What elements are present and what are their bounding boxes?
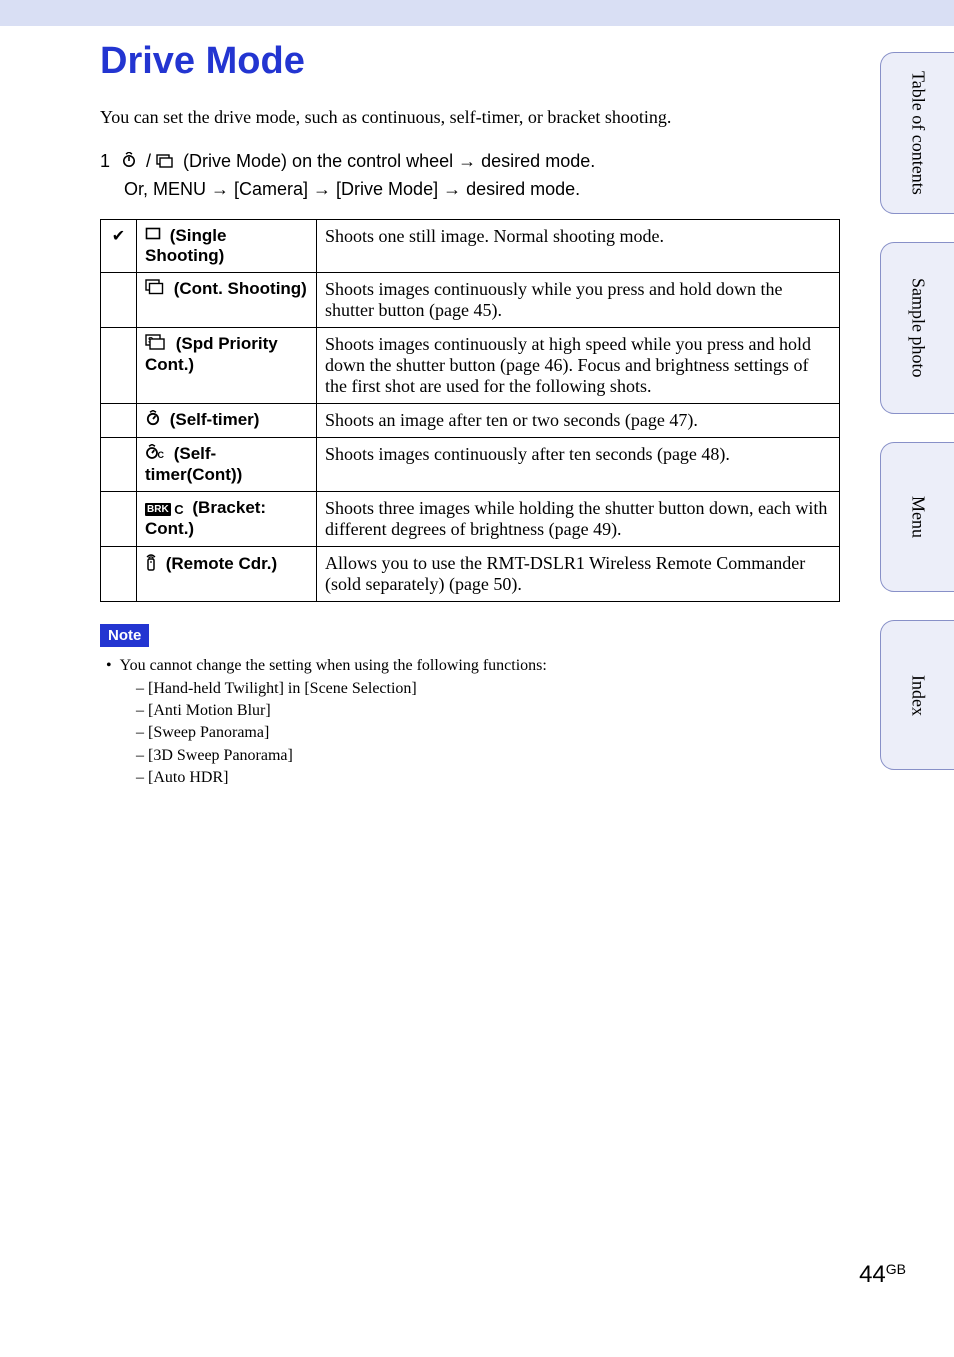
mode-label-cell: (Self-timer): [137, 404, 317, 438]
tab-index[interactable]: Index: [880, 620, 954, 770]
timer-icon: [145, 410, 161, 431]
cont-icon: [145, 279, 165, 300]
checkmark-icon: ✔: [112, 228, 125, 245]
page-region: GB: [886, 1261, 906, 1277]
table-row: (Remote Cdr.) Allows you to use the RMT-D…: [101, 547, 840, 602]
note-item: – [Anti Motion Blur]: [100, 700, 840, 722]
check-cell: [101, 328, 137, 404]
arrow-icon: →: [458, 151, 476, 171]
note-item: – [Hand-held Twilight] in [Scene Selecti…: [100, 678, 840, 700]
mode-description: Shoots three images while holding the sh…: [317, 492, 840, 547]
page-content: Drive Mode You can set the drive mode, s…: [100, 40, 840, 790]
mode-description: Shoots images continuously after ten sec…: [317, 438, 840, 492]
note-item: – [3D Sweep Panorama]: [100, 745, 840, 767]
mode-label: (Cont. Shooting): [169, 279, 307, 298]
mode-description: Allows you to use the RMT-DSLR1 Wireless…: [317, 547, 840, 602]
single-icon: [145, 226, 161, 246]
mode-label: (Remote Cdr.): [161, 554, 277, 573]
instr-text-1: (Drive Mode) on the control wheel: [178, 151, 458, 171]
instruction-block: 1 / (Drive Mode) on the control wheel → …: [100, 148, 840, 203]
instruction-line1: 1 / (Drive Mode) on the control wheel → …: [100, 148, 840, 176]
page-number: 44GB: [859, 1261, 906, 1289]
instr-text-2c: [Drive Mode]: [331, 179, 443, 199]
table-row: C (Self-timer(Cont))Shoots images contin…: [101, 438, 840, 492]
mode-description: Shoots one still image. Normal shooting …: [317, 219, 840, 273]
table-row: (Cont. Shooting) Shoots images continuous…: [101, 273, 840, 328]
mode-label-cell: (Single Shooting): [137, 219, 317, 273]
tab-menu[interactable]: Menu: [880, 442, 954, 592]
instr-text-1b: desired mode.: [476, 151, 595, 171]
mode-description: Shoots images continuously while you pre…: [317, 273, 840, 328]
page-number-value: 44: [859, 1261, 886, 1288]
note-item: – [Sweep Panorama]: [100, 722, 840, 744]
side-tabs: Table of contents Sample photo Menu Inde…: [866, 52, 954, 798]
mode-label-cell: BRK C (Bracket: Cont.): [137, 492, 317, 547]
modes-table: ✔ (Single Shooting)Shoots one still imag…: [100, 219, 840, 603]
svg-text:C: C: [158, 450, 165, 460]
self-timer-icon: [121, 149, 137, 176]
continuous-icon: [156, 149, 174, 176]
mode-description: Shoots images continuously at high speed…: [317, 328, 840, 404]
mode-label-cell: (Remote Cdr.): [137, 547, 317, 602]
table-row: BRK C (Bracket: Cont.)Shoots three image…: [101, 492, 840, 547]
note-item: – [Auto HDR]: [100, 767, 840, 789]
table-row: (Self-timer) Shoots an image after ten or…: [101, 404, 840, 438]
check-cell: [101, 404, 137, 438]
intro-text: You can set the drive mode, such as cont…: [100, 107, 840, 128]
mode-label-cell: (Cont. Shooting): [137, 273, 317, 328]
arrow-icon: →: [313, 179, 331, 199]
note-intro: • You cannot change the setting when usi…: [100, 655, 840, 677]
table-row: ✔ (Single Shooting)Shoots one still imag…: [101, 219, 840, 273]
page-title: Drive Mode: [100, 40, 840, 83]
tab-table-of-contents[interactable]: Table of contents: [880, 52, 954, 214]
brk-icon: BRK C: [145, 499, 184, 519]
instr-text-2b: [Camera]: [229, 179, 313, 199]
remote-icon: [145, 553, 157, 576]
check-cell: [101, 438, 137, 492]
slash: /: [141, 151, 156, 171]
arrow-icon: →: [443, 179, 461, 199]
check-cell: [101, 273, 137, 328]
instr-text-2d: desired mode.: [461, 179, 580, 199]
instr-text-2a: Or, MENU: [124, 179, 211, 199]
timerc-icon: C: [145, 444, 165, 465]
header-band: [0, 0, 954, 26]
arrow-icon: →: [211, 179, 229, 199]
step-number: 1: [100, 148, 116, 175]
mode-label: (Self-timer): [165, 410, 259, 429]
instruction-line2: Or, MENU → [Camera] → [Drive Mode] → des…: [100, 176, 840, 203]
note-list: • You cannot change the setting when usi…: [100, 655, 840, 789]
check-cell: [101, 547, 137, 602]
note-badge: Note: [100, 624, 149, 647]
spd-icon: S: [145, 334, 167, 355]
mode-description: Shoots an image after ten or two seconds…: [317, 404, 840, 438]
table-row: S (Spd Priority Cont.)Shoots images cont…: [101, 328, 840, 404]
mode-label-cell: S (Spd Priority Cont.): [137, 328, 317, 404]
mode-label-cell: C (Self-timer(Cont)): [137, 438, 317, 492]
check-cell: [101, 492, 137, 547]
check-cell: ✔: [101, 219, 137, 273]
tab-sample-photo[interactable]: Sample photo: [880, 242, 954, 414]
